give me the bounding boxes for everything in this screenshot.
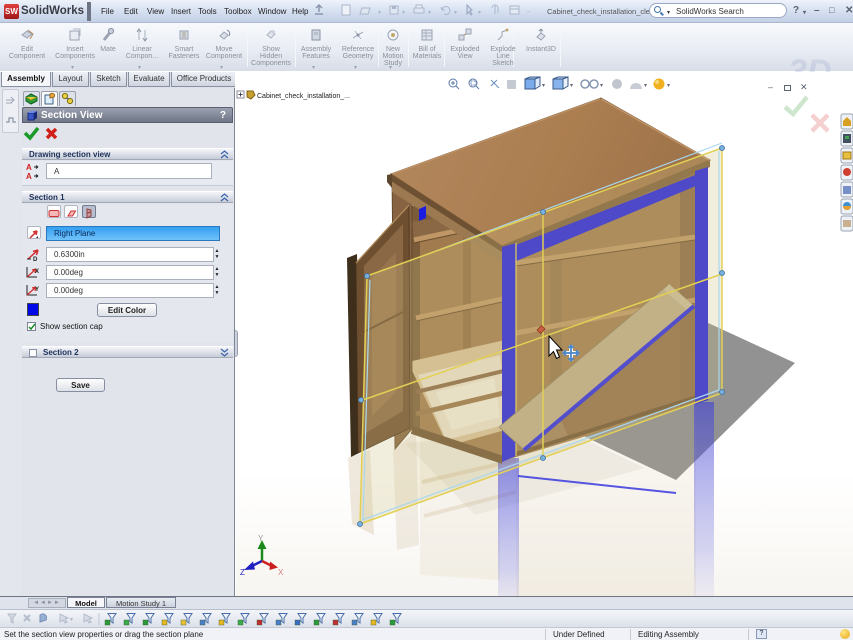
svg-text:▾: ▾	[644, 83, 647, 89]
svg-text:▾: ▾	[600, 83, 603, 89]
svg-text:Z: Z	[240, 568, 245, 577]
svg-text:A: A	[26, 172, 32, 180]
svg-text:A: A	[26, 163, 32, 172]
svg-text:X: X	[278, 568, 284, 577]
svg-text:▾: ▾	[667, 83, 670, 89]
svg-text:Y: Y	[258, 534, 264, 543]
svg-text:▾: ▾	[542, 83, 545, 89]
svg-text:▾: ▾	[70, 617, 73, 623]
svg-text:X: X	[35, 269, 39, 275]
svg-text:Y: Y	[35, 287, 39, 293]
svg-text:Cabinet_check_installation_...: Cabinet_check_installation_...	[257, 93, 350, 100]
svg-text:▾: ▾	[570, 83, 573, 89]
svg-text:D: D	[33, 257, 38, 262]
